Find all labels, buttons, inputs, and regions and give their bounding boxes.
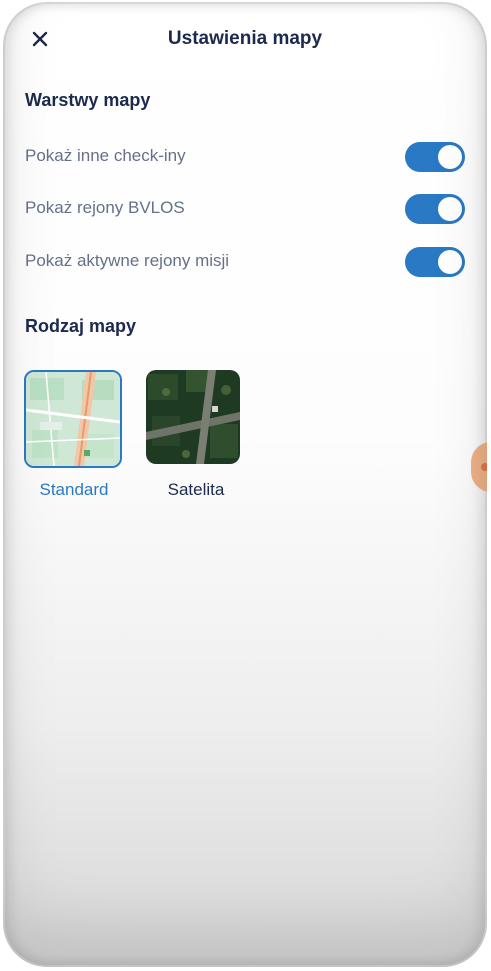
toggle-bvlos[interactable] [405,194,465,224]
layer-label-bvlos: Pokaż rejony BVLOS [25,198,185,217]
layer-label-missions: Pokaż aktywne rejony misji [25,251,230,270]
standard-map-image [26,372,120,466]
map-option-label-satellite: Satelita [167,480,225,499]
toggle-checkins[interactable] [405,142,465,172]
map-option-standard[interactable]: Standard [24,370,124,500]
toggle-knob [438,197,462,221]
toggle-missions[interactable] [405,247,465,277]
map-option-satellite[interactable]: Satelita [146,370,246,500]
section-title-map-type: Rodzaj mapy [25,316,137,336]
page-title: Ustawienia mapy [167,28,323,49]
phone-screen: Ustawienia mapy Warstwy mapy Pokaż inne … [3,2,487,967]
layer-label-checkins: Pokaż inne check-iny [25,146,186,165]
handle-dot [481,463,487,471]
app-header: Ustawienia mapy [3,20,487,60]
layer-row-bvlos: Pokaż rejony BVLOS [25,190,465,230]
side-drawer-handle[interactable] [471,442,487,492]
toggle-knob [438,250,462,274]
standard-map-thumbnail [24,370,122,468]
toggle-knob [438,145,462,169]
section-title-layers: Warstwy mapy [25,90,151,110]
map-option-label-standard: Standard [39,480,109,499]
layer-row-checkins: Pokaż inne check-iny [25,138,465,178]
layer-row-missions: Pokaż aktywne rejony misji [25,243,465,283]
satellite-map-image [146,370,240,464]
satellite-map-thumbnail [146,370,240,464]
